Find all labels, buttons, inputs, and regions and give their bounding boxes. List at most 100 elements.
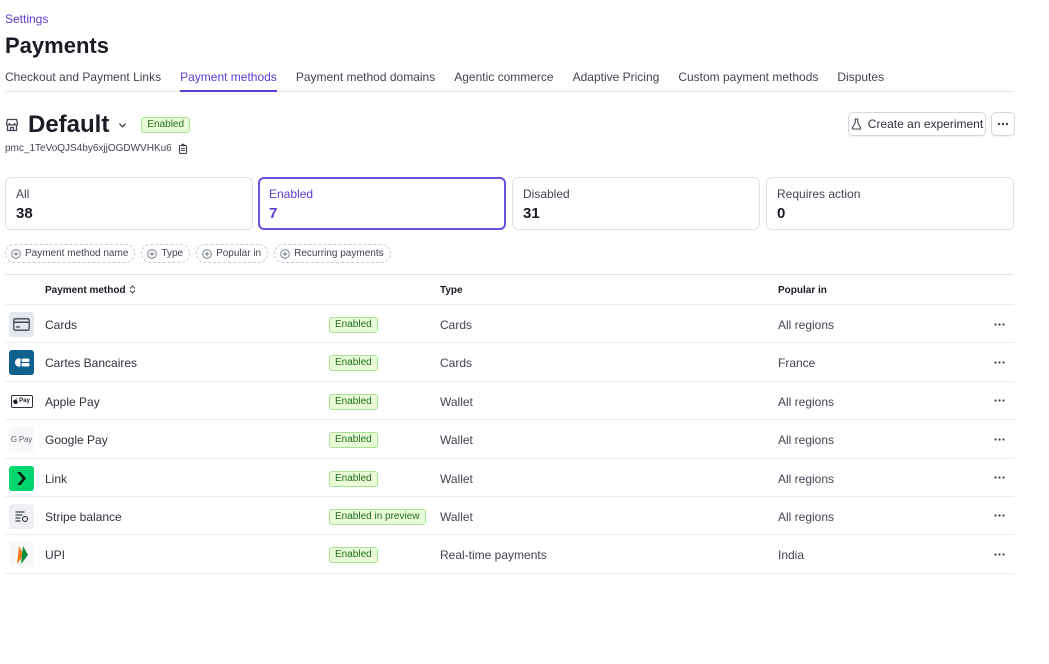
store-icon <box>5 117 21 133</box>
filter-bar: Payment method name Type Popular in Recu… <box>5 244 391 263</box>
stat-label: Requires action <box>777 187 861 201</box>
status-badge: Enabled <box>329 547 378 564</box>
table-row[interactable]: Link Enabled Wallet All regions <box>5 459 1014 497</box>
payment-method-name: UPI <box>45 548 66 563</box>
stat-value: 38 <box>16 205 33 222</box>
payment-method-popular-in: All regions <box>778 433 835 448</box>
stat-card-disabled[interactable]: Disabled 31 <box>512 177 760 230</box>
payment-method-type: Real-time payments <box>440 548 547 563</box>
payment-method-type: Wallet <box>440 394 473 409</box>
payment-method-popular-in: All regions <box>778 471 835 486</box>
row-more-button[interactable] <box>992 547 1006 561</box>
tab-bar: Checkout and Payment Links Payment metho… <box>5 64 1014 92</box>
table-row[interactable]: Stripe balance Enabled in preview Wallet… <box>5 497 1014 536</box>
stat-card-requires-action[interactable]: Requires action 0 <box>766 177 1014 230</box>
row-more-button[interactable] <box>992 432 1006 446</box>
config-more-button[interactable] <box>991 112 1015 136</box>
sort-icon <box>129 285 136 294</box>
card-icon <box>9 312 34 337</box>
filter-recurring-payments[interactable]: Recurring payments <box>274 244 391 263</box>
payment-method-popular-in: India <box>778 548 805 563</box>
plus-circle-icon <box>11 248 21 259</box>
cartes-bancaires-logo <box>9 350 34 376</box>
google-pay-logo: G Pay <box>9 427 34 453</box>
link-logo <box>9 465 34 491</box>
config-id: pmc_1TeVoQJS4by6xjjOGDWVHKu6 <box>5 143 188 154</box>
chevron-down-icon[interactable] <box>118 120 128 130</box>
stat-value: 7 <box>269 205 278 222</box>
tab-payment-method-domains[interactable]: Payment method domains <box>296 64 435 92</box>
payment-method-name: Apple Pay <box>45 394 100 409</box>
status-badge: Enabled <box>329 432 378 449</box>
plus-circle-icon <box>202 248 212 259</box>
stripe-balance-icon <box>9 503 34 529</box>
payment-method-popular-in: France <box>778 356 816 371</box>
config-id-text: pmc_1TeVoQJS4by6xjjOGDWVHKu6 <box>5 143 172 154</box>
flask-icon <box>851 118 862 130</box>
config-header: Default Enabled <box>5 110 191 140</box>
payment-method-type: Wallet <box>440 509 473 524</box>
table-row[interactable]: UPI Enabled Real-time payments India <box>5 535 1014 574</box>
payment-method-type: Wallet <box>440 433 473 448</box>
breadcrumb[interactable]: Settings <box>5 12 48 26</box>
row-more-button[interactable] <box>992 509 1006 523</box>
row-more-button[interactable] <box>992 355 1006 369</box>
table-row[interactable]: Pay Apple Pay Enabled Wallet All regions <box>5 382 1014 421</box>
create-experiment-label: Create an experiment <box>867 117 984 131</box>
stat-value: 0 <box>777 205 786 222</box>
column-header-popular-in: Popular in <box>778 285 827 296</box>
payment-method-popular-in: All regions <box>778 394 835 409</box>
payment-method-name: Link <box>45 471 68 486</box>
apple-pay-logo-text: Pay <box>19 398 30 405</box>
copy-icon[interactable] <box>178 143 188 154</box>
tab-agentic-commerce[interactable]: Agentic commerce <box>454 64 553 92</box>
tab-checkout-payment-links[interactable]: Checkout and Payment Links <box>5 64 161 92</box>
status-badge: Enabled <box>329 317 378 333</box>
filter-payment-method-name[interactable]: Payment method name <box>5 244 136 263</box>
tab-payment-methods[interactable]: Payment methods <box>180 64 277 92</box>
plus-circle-icon <box>280 248 290 259</box>
payment-method-popular-in: All regions <box>778 318 835 332</box>
apple-pay-logo: Pay <box>9 388 34 414</box>
payment-methods-table: Payment method Type Popular in Cards Ena… <box>5 274 1014 574</box>
payment-method-type: Cards <box>440 356 473 371</box>
payment-method-name: Cartes Bancaires <box>45 356 138 371</box>
status-badge: Enabled <box>329 355 378 372</box>
filter-popular-in[interactable]: Popular in <box>196 244 269 263</box>
config-name[interactable]: Default <box>28 111 109 139</box>
more-horizontal-icon <box>997 122 1009 126</box>
tab-adaptive-pricing[interactable]: Adaptive Pricing <box>573 64 660 92</box>
table-row[interactable]: Cards Enabled Cards All regions <box>5 305 1014 344</box>
payment-method-name: Stripe balance <box>45 509 122 524</box>
payment-method-type: Wallet <box>440 471 473 486</box>
plus-circle-icon <box>147 248 158 259</box>
table-row[interactable]: Cartes Bancaires Enabled Cards France <box>5 343 1014 382</box>
row-more-button[interactable] <box>992 471 1006 485</box>
payment-method-name: Google Pay <box>45 433 108 448</box>
filter-label: Type <box>161 248 184 259</box>
row-more-button[interactable] <box>992 394 1006 408</box>
filter-label: Payment method name <box>25 248 129 259</box>
column-header-label: Payment method <box>45 285 126 296</box>
stat-card-all[interactable]: All 38 <box>5 177 253 230</box>
stat-label: Enabled <box>269 187 314 201</box>
payment-method-type: Cards <box>440 318 473 332</box>
upi-logo <box>9 542 34 568</box>
column-header-type: Type <box>440 285 463 296</box>
stat-card-enabled[interactable]: Enabled 7 <box>258 177 506 230</box>
tab-disputes[interactable]: Disputes <box>837 64 884 92</box>
create-experiment-button[interactable]: Create an experiment <box>848 112 986 136</box>
stat-value: 31 <box>523 205 540 222</box>
status-badge: Enabled in preview <box>329 508 426 525</box>
filter-label: Popular in <box>216 248 262 259</box>
stat-label: Disabled <box>523 187 570 201</box>
row-more-button[interactable] <box>992 317 1006 331</box>
payment-method-name: Cards <box>45 318 78 332</box>
table-row[interactable]: G Pay Google Pay Enabled Wallet All regi… <box>5 420 1014 459</box>
status-badge: Enabled <box>329 470 378 487</box>
tab-custom-payment-methods[interactable]: Custom payment methods <box>678 64 818 92</box>
google-pay-logo-text: G Pay <box>10 435 33 445</box>
filter-type[interactable]: Type <box>141 244 191 263</box>
table-header: Payment method Type Popular in <box>5 275 1014 305</box>
column-header-payment-method[interactable]: Payment method <box>45 285 136 296</box>
